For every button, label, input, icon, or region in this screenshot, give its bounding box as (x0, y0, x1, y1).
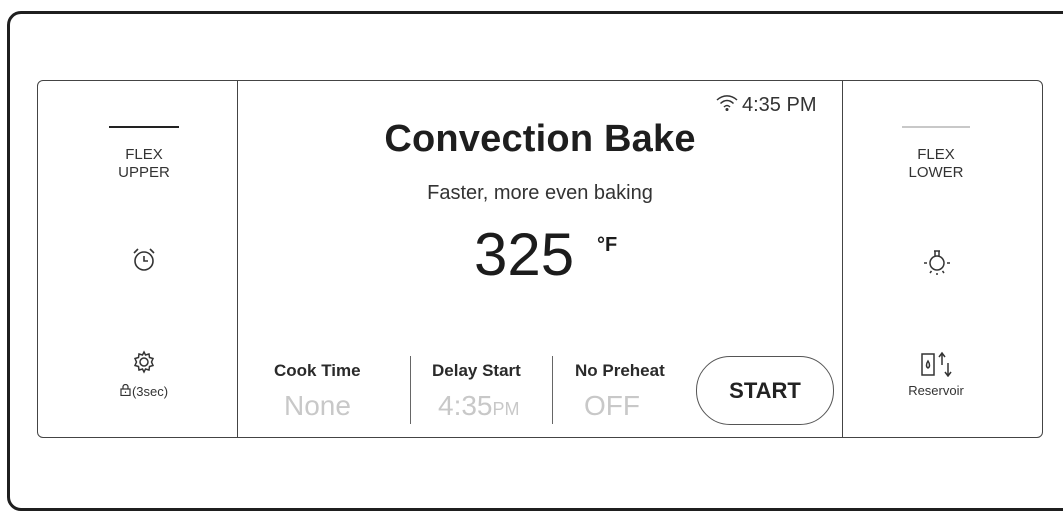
reservoir-label: Reservoir (908, 383, 964, 398)
oven-light-icon[interactable] (921, 246, 953, 283)
flex-upper-button[interactable]: FLEX UPPER (94, 146, 194, 182)
flex-lower-label-line1: FLEX (917, 146, 955, 163)
cook-mode-description: Faster, more even baking (427, 182, 653, 204)
flex-upper-label-line1: FLEX (125, 146, 163, 163)
clock-time: 4:35 PM (742, 94, 817, 116)
reservoir-icon[interactable] (918, 351, 956, 382)
delay-start-value[interactable]: 4:35PM (438, 390, 520, 422)
wifi-icon (716, 94, 738, 117)
lock-icon (120, 383, 131, 401)
flex-lower-indicator-bar (902, 126, 970, 128)
temperature-value[interactable]: 325 (474, 220, 574, 289)
no-preheat-label[interactable]: No Preheat (575, 361, 665, 381)
lock-duration-label: (3sec) (131, 384, 169, 399)
option-separator (552, 356, 553, 424)
delay-start-time: 4:35 (438, 390, 493, 421)
status-time: 4:35 PM (716, 94, 816, 117)
flex-lower-label-line2: LOWER (908, 164, 964, 181)
option-separator (410, 356, 411, 424)
settings-lock-button[interactable]: (3sec) (104, 383, 184, 401)
flex-lower-button[interactable]: FLEX LOWER (886, 146, 986, 182)
gear-icon[interactable] (132, 350, 156, 379)
alarm-clock-icon[interactable] (131, 247, 157, 278)
flex-upper-indicator-bar (109, 126, 179, 128)
flex-upper-label-line2: UPPER (118, 164, 170, 181)
delay-start-label[interactable]: Delay Start (432, 361, 521, 381)
start-button[interactable]: START (696, 356, 834, 425)
delay-start-ampm: PM (492, 399, 520, 419)
right-divider (842, 80, 843, 438)
no-preheat-value[interactable]: OFF (584, 390, 640, 422)
temperature-unit: °F (597, 234, 618, 256)
cook-time-value[interactable]: None (284, 390, 351, 422)
cook-time-label[interactable]: Cook Time (274, 361, 361, 381)
cook-mode-title[interactable]: Convection Bake (238, 118, 842, 161)
